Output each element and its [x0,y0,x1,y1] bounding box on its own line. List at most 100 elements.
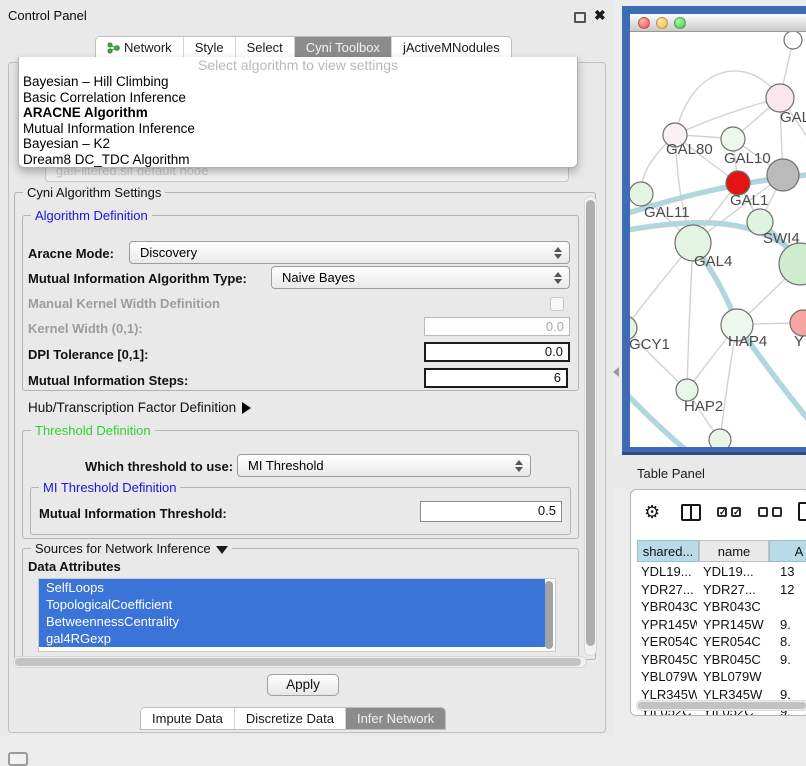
table-cell: YDL19... [703,564,767,579]
attribute-item-selfloops[interactable]: SelfLoops [39,579,545,596]
algorithm-dropdown-items: Bayesian – Hill ClimbingBasic Correlatio… [19,74,577,167]
tab-select[interactable]: Select [235,37,294,58]
table-panel: ⚙ ✓ ✓ shared...nameA YDL19...YDL19...13Y… [630,489,806,716]
node-label-hap2: HAP2 [684,398,723,415]
table-row[interactable]: YDL19... YDL19... 13 [637,564,806,582]
attribute-item-betweennesscentrality[interactable]: BetweennessCentrality [39,613,545,630]
algorithm-option-bayesian-k2[interactable]: Bayesian – K2 [19,136,577,152]
table-row[interactable]: YDR27...YDR27...12 [637,582,806,600]
network-node[interactable] [779,243,806,285]
network-node[interactable] [766,84,794,112]
tab-infer-network[interactable]: Infer Network [345,708,445,729]
control-panel-title: Control Panel [8,8,87,23]
data-attributes-list: SelfLoopsTopologicalCoefficientBetweenne… [38,578,556,652]
table-cell: 12 [780,582,806,597]
tab-impute-data[interactable]: Impute Data [141,708,234,729]
network-node[interactable] [784,32,802,49]
which-threshold-combobox[interactable]: MI Threshold [237,454,531,477]
cyni-bottom-tabbar: Impute DataDiscretize DataInfer Network [140,707,446,730]
float-window-icon[interactable] [574,12,586,23]
table-cell: 13 [780,564,806,579]
control-panel-tabbar: NetworkStyleSelectCyni ToolboxjActiveMNo… [95,36,512,59]
which-threshold-label: Which threshold to use: [85,459,233,474]
table-cell: YBR043C [641,599,697,614]
manual-kernel-width-checkbox[interactable] [550,297,564,311]
node-label-hap4: HAP4 [728,333,767,350]
expanded-arrow-icon [216,546,228,554]
close-icon[interactable]: ✖ [594,7,606,24]
table-cell: YER054C [641,634,697,649]
deselect-all-checkboxes-icon[interactable] [772,507,782,517]
deselect-all-checkboxes-icon[interactable] [758,507,768,517]
columns-icon[interactable] [681,504,701,521]
network-node[interactable] [630,182,653,206]
table-row[interactable]: YBL079WYBL079W [637,669,806,687]
network-edge[interactable] [758,444,806,447]
tab-network[interactable]: Network [96,37,183,58]
aracne-mode-combobox[interactable]: Discovery [129,241,570,264]
network-node[interactable] [721,127,745,151]
minimize-traffic-light-icon[interactable] [656,17,668,29]
attribute-item-gal4rgexp[interactable]: gal4RGexp [39,630,545,647]
combobox-stepper-icon [554,246,562,260]
table-row[interactable]: YBR045CYBR045C9. [637,652,806,670]
algorithm-option-mutual-information-inference[interactable]: Mutual Information Inference [19,121,577,137]
node-label-gal1: GAL1 [730,192,768,209]
table-horizontal-scrollbar-thumb[interactable] [638,702,806,709]
column-header-shared...[interactable]: shared... [637,540,699,562]
attribute-item-topologicalcoefficient[interactable]: TopologicalCoefficient [39,596,545,613]
column-header-A[interactable]: A [769,540,806,562]
panel-divider-arrow-icon[interactable] [613,367,619,377]
mi-threshold-field[interactable]: 0.5 [420,501,562,522]
hub-definition-label: Hub/Transcription Factor Definition [28,400,236,415]
network-canvas[interactable]: GALGAL80GAL10GAL1GAL11SWI4GAL4HAP4YGCY1H… [630,32,806,447]
select-all-checkboxes-icon[interactable]: ✓ [717,507,727,517]
network-edge[interactable] [675,71,780,135]
table-cell: YDL19... [641,564,697,579]
table-cell: YPR145W [641,617,697,632]
gear-icon[interactable]: ⚙ [644,503,660,521]
table-row[interactable]: YPR145WYPR145W9. [637,617,806,635]
algorithm-option-aracne-algorithm[interactable]: ARACNE Algorithm [19,105,577,121]
column-header-name[interactable]: name [699,540,769,562]
mi-algorithm-type-combobox[interactable]: Naive Bayes [271,266,570,289]
document-icon[interactable] [798,502,806,521]
node-label-gal4: GAL4 [694,253,732,270]
network-edge[interactable] [687,243,693,390]
apply-button[interactable]: Apply [267,674,339,696]
node-label-gal80: GAL80 [666,141,713,158]
kernel-width-field[interactable]: 0.0 [424,317,570,336]
algorithm-option-basic-correlation-inference[interactable]: Basic Correlation Inference [19,90,577,106]
select-all-checkboxes-icon[interactable]: ✓ [731,507,741,517]
which-threshold-value: MI Threshold [248,458,324,473]
network-graph[interactable]: GALGAL80GAL10GAL1GAL11SWI4GAL4HAP4YGCY1H… [630,32,806,447]
tab-cyni-toolbox[interactable]: Cyni Toolbox [294,37,391,58]
minimized-panel-icon[interactable] [8,752,28,766]
tab-discretize-data[interactable]: Discretize Data [234,708,345,729]
node-label-gal10: GAL10 [724,150,771,167]
table-row[interactable]: YER054CYER054C8. [637,634,806,652]
network-node[interactable] [767,159,799,191]
mi-steps-field[interactable]: 6 [424,368,568,388]
hub-definition-toggle[interactable]: Hub/Transcription Factor Definition [28,400,251,415]
settings-horizontal-scrollbar-thumb[interactable] [15,658,581,666]
network-node[interactable] [709,429,731,447]
manual-kernel-width-label: Manual Kernel Width Definition [28,296,220,311]
sources-group-title[interactable]: Sources for Network Inference [31,541,232,556]
control-panel-titlebar: Control Panel ✖ [0,0,613,30]
list-scrollbar-thumb[interactable] [545,581,553,649]
network-icon [107,42,120,54]
mi-algorithm-type-label: Mutual Information Algorithm Type: [28,271,247,286]
algorithm-option-dream8-dc-tdc-algorithm[interactable]: Dream8 DC_TDC Algorithm [19,152,577,168]
sources-title-text: Sources for Network Inference [35,541,211,556]
tab-style[interactable]: Style [183,37,235,58]
tab-jactivemnodules[interactable]: jActiveMNodules [391,37,511,58]
table-cell: YDR27... [703,582,767,597]
settings-vertical-scrollbar-thumb[interactable] [586,200,595,646]
network-window-titlebar[interactable] [630,14,806,32]
table-row[interactable]: YBR043CYBR043C [637,599,806,617]
algorithm-option-bayesian-hill-climbing[interactable]: Bayesian – Hill Climbing [19,74,577,90]
close-traffic-light-icon[interactable] [638,17,650,29]
zoom-traffic-light-icon[interactable] [674,17,686,29]
dpi-tolerance-field[interactable]: 0.0 [424,342,570,362]
